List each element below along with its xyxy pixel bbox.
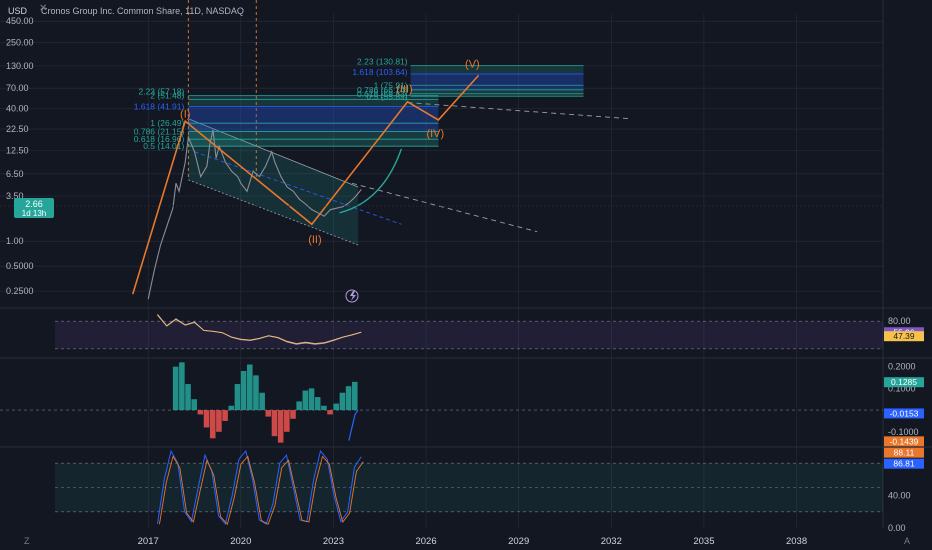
fib2-label-1: 1.618 (103.64) bbox=[352, 67, 407, 77]
price-tick-label-7: 6.50 bbox=[6, 169, 24, 179]
macd-hist-bar-12 bbox=[246, 364, 253, 411]
macd-hist-bar-15 bbox=[265, 410, 272, 417]
macd-hist-bar-23 bbox=[314, 397, 321, 411]
macd-hist-bar-3 bbox=[191, 399, 197, 411]
macd-hist-bar-13 bbox=[253, 375, 259, 411]
macd-hist-bar-10 bbox=[234, 384, 241, 411]
macd-hist-bar-0 bbox=[172, 366, 179, 411]
x-tick-label-4: 2029 bbox=[508, 536, 529, 547]
fib2-zone-lower bbox=[410, 89, 584, 97]
price-tick-label-9: 1.00 bbox=[6, 236, 24, 246]
rsi-tick-label-0: 80.00 bbox=[888, 316, 911, 326]
macd-hist-bar-14 bbox=[259, 392, 265, 411]
stoch-tick-label-1: 40.00 bbox=[888, 491, 911, 501]
current-price-value: 2.66 bbox=[25, 199, 43, 209]
macd-hist-bar-25 bbox=[327, 410, 333, 415]
price-tick-label-2: 130.00 bbox=[6, 61, 34, 71]
macd-hist-bar-26 bbox=[333, 403, 340, 411]
x-tick-label-5: 2032 bbox=[601, 536, 622, 547]
macd-hist-bar-17 bbox=[277, 410, 284, 443]
macd-hist-bar-22 bbox=[308, 388, 315, 411]
macd-hist-bar-8 bbox=[222, 410, 228, 421]
x-tick-label-0: 2017 bbox=[138, 536, 159, 547]
x-tick-label-2: 2023 bbox=[323, 536, 344, 547]
stoch-badge-value-0: 88.11 bbox=[894, 448, 915, 458]
macd-hist-bar-27 bbox=[339, 392, 346, 411]
wave-label-0: (I) bbox=[180, 109, 190, 121]
macd-hist-bar-19 bbox=[290, 410, 296, 419]
current-price-countdown: 1d 13h bbox=[22, 209, 46, 218]
price-tick-label-10: 0.5000 bbox=[6, 261, 34, 271]
wave-label-3: (IV) bbox=[426, 128, 444, 140]
macd-hist-bar-28 bbox=[345, 386, 352, 411]
x-tick-label-1: 2020 bbox=[230, 536, 251, 547]
macd-hist-bar-11 bbox=[240, 371, 247, 411]
auto-scale-icon[interactable]: A bbox=[904, 536, 910, 546]
macd-hist-bar-4 bbox=[197, 410, 204, 415]
macd-hist-bar-1 bbox=[179, 362, 185, 411]
fib2-zone-mid bbox=[410, 73, 584, 90]
price-tick-label-5: 22.50 bbox=[6, 124, 29, 134]
macd-hist-bar-9 bbox=[228, 405, 235, 411]
macd-tick-label-0: 0.2000 bbox=[888, 362, 916, 372]
x-tick-label-7: 2038 bbox=[786, 536, 807, 547]
macd-tick-label-2: -0.1000 bbox=[888, 427, 919, 437]
symbol-title: Cronos Group Inc. Common Share, 11D, NAS… bbox=[41, 6, 244, 16]
price-tick-label-4: 40.00 bbox=[6, 103, 29, 113]
price-tick-label-1: 250.00 bbox=[6, 37, 34, 47]
macd-hist-bar-7 bbox=[216, 410, 222, 432]
currency-label[interactable]: USD bbox=[8, 6, 27, 16]
price-tick-label-11: 0.2500 bbox=[6, 286, 34, 296]
z-icon[interactable]: Z bbox=[24, 536, 30, 546]
wave-label-1: (II) bbox=[308, 234, 321, 246]
x-tick-label-3: 2026 bbox=[415, 536, 436, 547]
macd-hist-bar-6 bbox=[209, 410, 216, 439]
macd-hist-bar-18 bbox=[284, 410, 290, 432]
macd-hist-bar-20 bbox=[296, 401, 302, 411]
macd-hist-bar-5 bbox=[203, 410, 210, 428]
fib2-zone-upper bbox=[410, 65, 584, 74]
fib1-label-2: 1.618 (41.91) bbox=[134, 102, 185, 112]
macd-hist-bar-21 bbox=[302, 390, 309, 411]
chart-canvas[interactable]: 450.00 250.00 130.00 70.00 40.00 22.50 12.50 6.… bbox=[0, 0, 932, 550]
price-tick-label-3: 70.00 bbox=[6, 83, 29, 93]
price-tick-label-6: 12.50 bbox=[6, 145, 29, 155]
macd-hist-bar-24 bbox=[321, 405, 327, 411]
macd-hist-bar-29 bbox=[351, 381, 358, 411]
wave-label-4: (V) bbox=[465, 58, 480, 70]
rsi-badge-value-1: 47.39 bbox=[893, 331, 915, 341]
fib1-label-1: 2 (51.48) bbox=[150, 91, 184, 101]
fib2-label-0: 2.23 (130.81) bbox=[357, 57, 408, 67]
macd-badge-value-2: -0.1439 bbox=[890, 436, 919, 446]
stoch-tick-label-2: 0.00 bbox=[888, 523, 906, 533]
price-tick-label-0: 450.00 bbox=[6, 16, 34, 26]
wave-label-2: (III) bbox=[396, 84, 413, 96]
macd-badge-value-0: 0.1285 bbox=[891, 377, 917, 387]
macd-hist-bar-2 bbox=[185, 384, 191, 411]
macd-hist-bar-16 bbox=[271, 410, 278, 437]
rsi-band bbox=[55, 321, 883, 349]
x-tick-label-6: 2035 bbox=[693, 536, 714, 547]
close-icon[interactable]: ✕ bbox=[39, 3, 51, 15]
macd-badge-value-1: -0.0153 bbox=[890, 408, 919, 418]
stoch-badge-value-1: 86.81 bbox=[893, 459, 915, 469]
